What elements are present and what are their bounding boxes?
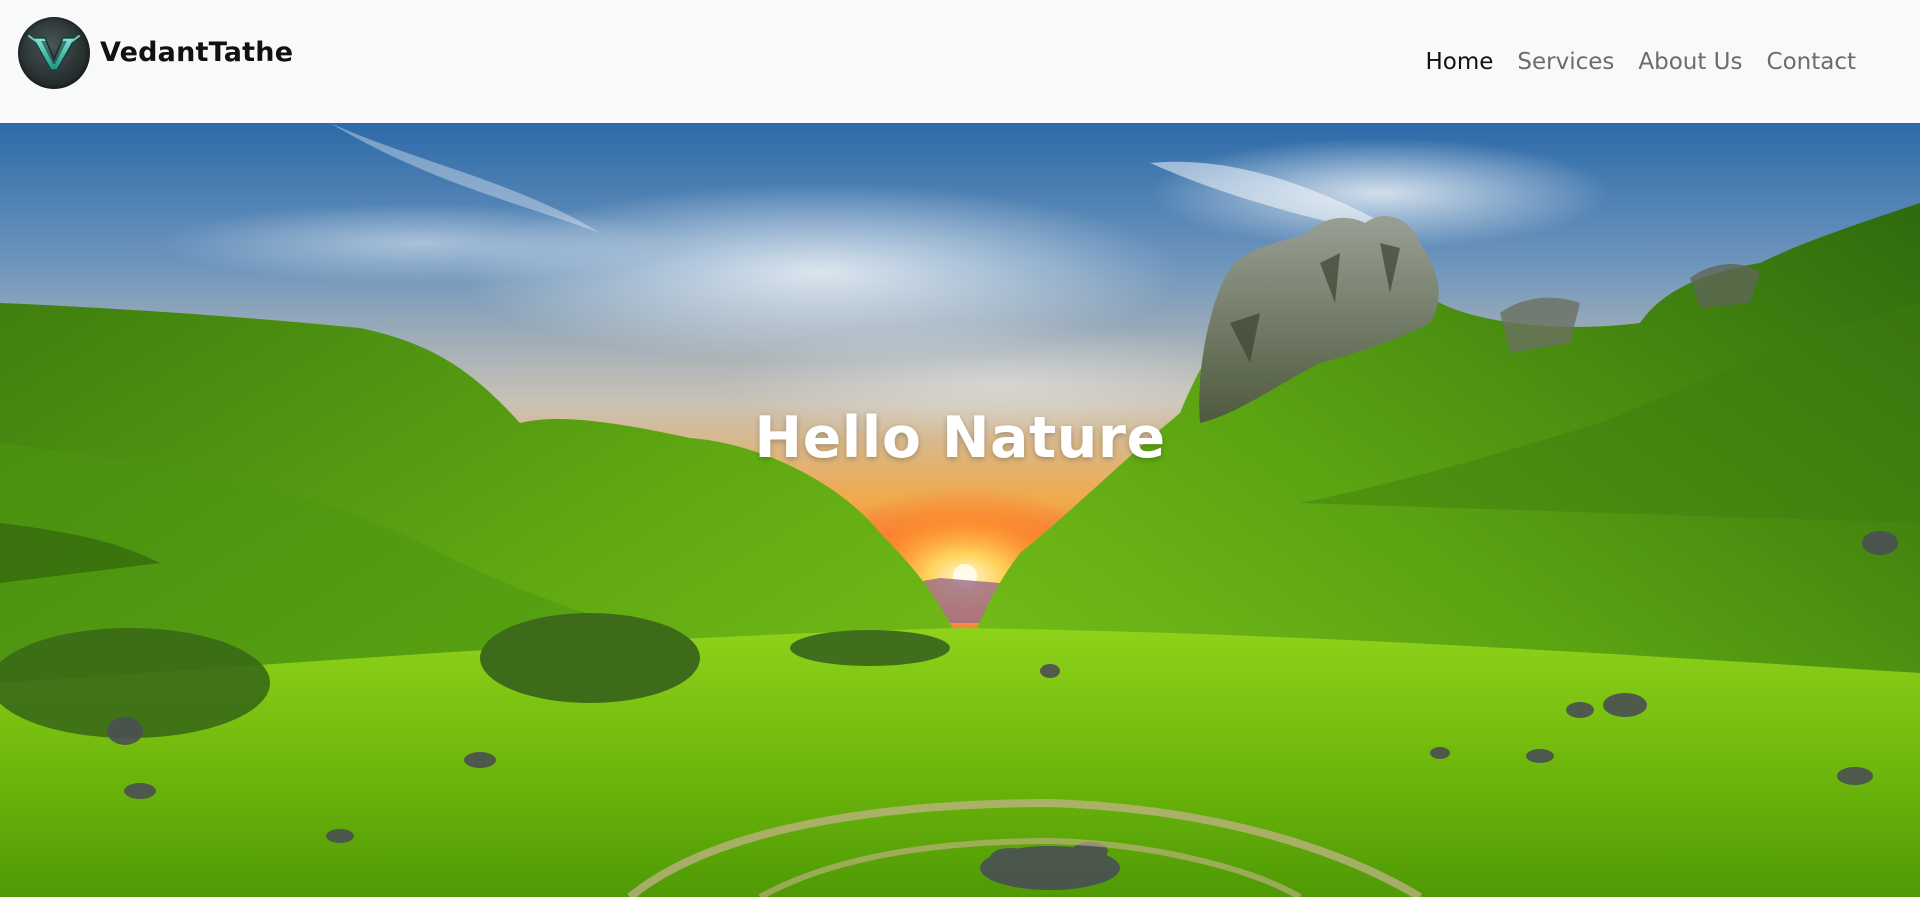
navbar: VedantTathe Home Services About Us Conta… bbox=[0, 0, 1920, 123]
nav-item-services: Services bbox=[1517, 49, 1614, 75]
hero-section: Hello Nature bbox=[0, 123, 1920, 897]
brand-name: VedantTathe bbox=[100, 37, 294, 68]
nav-item-contact: Contact bbox=[1767, 49, 1856, 75]
hero-background-image bbox=[0, 123, 1920, 897]
nav-item-home: Home bbox=[1425, 49, 1493, 75]
nav-link-home[interactable]: Home bbox=[1425, 49, 1493, 75]
nav-link-contact[interactable]: Contact bbox=[1767, 49, 1856, 75]
nav-link-about-us[interactable]: About Us bbox=[1638, 49, 1742, 75]
brand-link[interactable]: VedantTathe bbox=[18, 16, 294, 89]
nav-links: Home Services About Us Contact bbox=[1425, 49, 1856, 75]
brand-logo bbox=[18, 16, 90, 89]
nav-link-services[interactable]: Services bbox=[1517, 49, 1614, 75]
v-emblem-icon bbox=[28, 34, 80, 71]
nav-item-about-us: About Us bbox=[1638, 49, 1742, 75]
hero-title: Hello Nature bbox=[754, 405, 1166, 471]
